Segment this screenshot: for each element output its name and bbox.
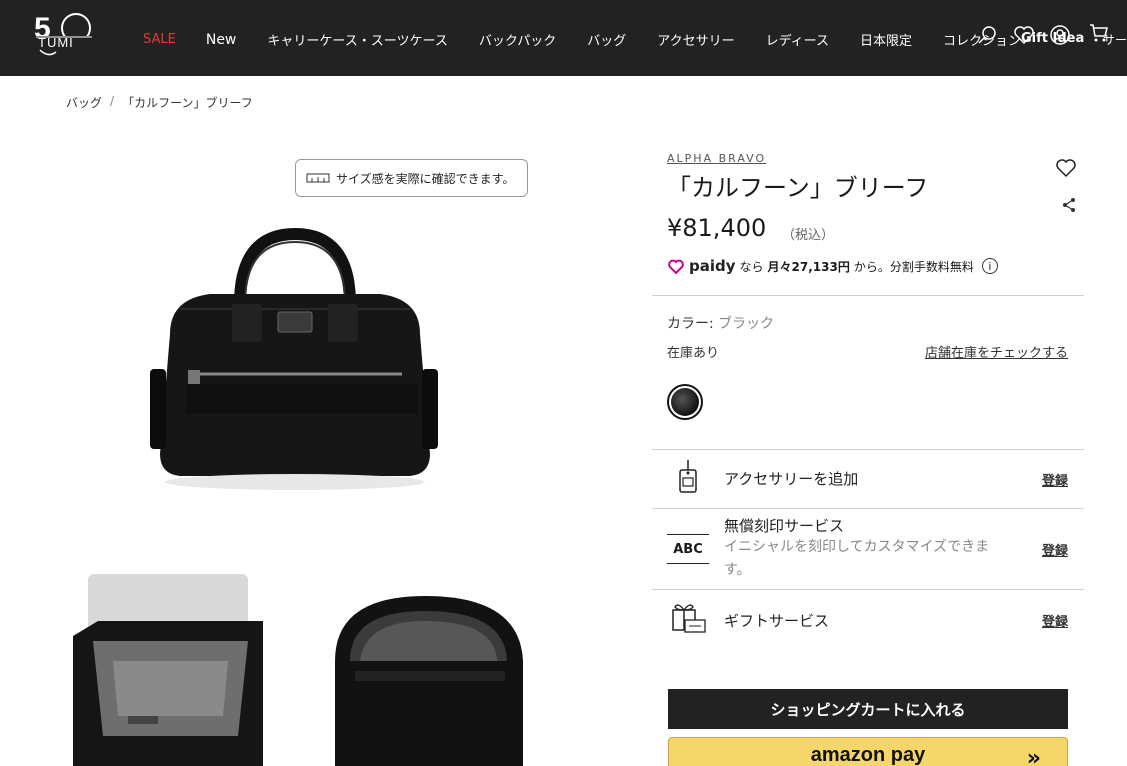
product-brand[interactable]: ALPHA BRAVO bbox=[667, 152, 766, 165]
service-register-accessory[interactable]: 登録 bbox=[1042, 470, 1068, 489]
service-row-gift: ギフトサービス 登録 bbox=[652, 590, 1084, 648]
breadcrumb-item-bags[interactable]: バッグ bbox=[66, 94, 102, 111]
service-register-engraving[interactable]: 登録 bbox=[1042, 540, 1068, 559]
service-desc-engraving: イニシャルを刻印してカスタマイズできます。 bbox=[724, 539, 990, 578]
amazon-pay-label: amazon pay bbox=[810, 744, 926, 766]
color-label: カラー: bbox=[667, 316, 714, 332]
breadcrumb-separator: / bbox=[110, 94, 115, 108]
nav-item-sale[interactable]: SALE bbox=[143, 32, 176, 47]
paidy-monthly-amount: 月々27,133円 bbox=[767, 259, 850, 274]
paidy-row: paidy なら 月々27,133円 から。分割手数料無料 i bbox=[667, 257, 998, 275]
cart-label[interactable]: サー bbox=[1103, 31, 1127, 48]
nav-item-ladies[interactable]: レディース bbox=[766, 30, 829, 49]
breadcrumb: バッグ / 「カルフーン」ブリーフ bbox=[66, 94, 253, 111]
product-price: ¥81,400 bbox=[667, 214, 767, 242]
nav-item-bags[interactable]: バッグ bbox=[587, 30, 626, 49]
service-row-accessory: アクセサリーを追加 登録 bbox=[652, 450, 1084, 508]
product-main-image[interactable] bbox=[140, 224, 450, 494]
nav-item-accessories[interactable]: アクセサリー bbox=[657, 30, 734, 49]
paidy-monthly: 月々27,133円 bbox=[768, 258, 850, 275]
gift-box-icon bbox=[672, 604, 706, 633]
color-row: カラー: ブラック bbox=[667, 313, 774, 333]
add-to-cart-button[interactable]: ショッピングカートに入れる bbox=[668, 689, 1068, 729]
nav-item-japan-limited[interactable]: 日本限定 bbox=[860, 30, 912, 49]
service-label-engraving: 無償刻印サービス bbox=[724, 517, 845, 535]
main-nav: SALE New キャリーケース・スーツケース バックパック バッグ アクセサリ… bbox=[143, 30, 1021, 50]
color-swatch-black[interactable] bbox=[667, 384, 703, 420]
paidy-post: から。分割手数料無料 bbox=[853, 259, 974, 274]
share-icon[interactable] bbox=[1061, 197, 1077, 213]
service-row-engraving: ABC 無償刻印サービス イニシャルを刻印してカスタマイズできます。 登録 bbox=[652, 509, 1084, 589]
service-register-gift[interactable]: 登録 bbox=[1042, 611, 1068, 630]
paidy-pre: なら bbox=[739, 259, 764, 274]
amazon-pay-button[interactable]: amazon pay » bbox=[668, 737, 1068, 766]
breadcrumb-item-current: 「カルフーン」ブリーフ bbox=[122, 96, 253, 110]
account-icon[interactable] bbox=[1049, 24, 1071, 46]
luggage-tag-icon bbox=[679, 460, 697, 493]
tax-note: （税込） bbox=[782, 228, 835, 243]
info-icon[interactable]: i bbox=[981, 258, 998, 274]
color-value: ブラック bbox=[718, 316, 775, 332]
product-title: 「カルフーン」ブリーフ bbox=[667, 174, 929, 202]
product-thumb-open[interactable] bbox=[68, 566, 268, 766]
size-check-label: サイズ感を実際に確認できます。 bbox=[336, 171, 515, 186]
divider bbox=[652, 295, 1084, 296]
stock-status: 在庫あり bbox=[667, 346, 720, 361]
product-thumb-interior[interactable] bbox=[325, 566, 530, 766]
ruler-icon bbox=[306, 173, 330, 183]
store-stock-link[interactable]: 店舗在庫をチェックする bbox=[925, 342, 1068, 361]
service-label-gift: ギフトサービス bbox=[724, 612, 830, 630]
tumi-50-logo[interactable]: 5 TUMI bbox=[32, 10, 96, 58]
abc-monogram-icon: ABC bbox=[667, 534, 709, 564]
heart-icon[interactable] bbox=[1055, 157, 1077, 179]
nav-item-luggage[interactable]: キャリーケース・スーツケース bbox=[267, 30, 447, 49]
site-header: 5 TUMI SALE New キャリーケース・スーツケース バックパック バッ… bbox=[0, 0, 1127, 76]
nav-item-backpacks[interactable]: バックパック bbox=[479, 30, 556, 49]
nav-item-new[interactable]: New bbox=[206, 32, 237, 48]
paidy-logo-text: paidy bbox=[689, 257, 736, 275]
paidy-logo-icon bbox=[668, 259, 684, 275]
search-icon[interactable] bbox=[977, 24, 999, 46]
size-check-button[interactable]: サイズ感を実際に確認できます。 bbox=[295, 159, 528, 197]
swatch-fill bbox=[671, 388, 699, 416]
service-label-accessory: アクセサリーを追加 bbox=[724, 470, 859, 488]
double-chevron-icon: » bbox=[1026, 746, 1041, 766]
